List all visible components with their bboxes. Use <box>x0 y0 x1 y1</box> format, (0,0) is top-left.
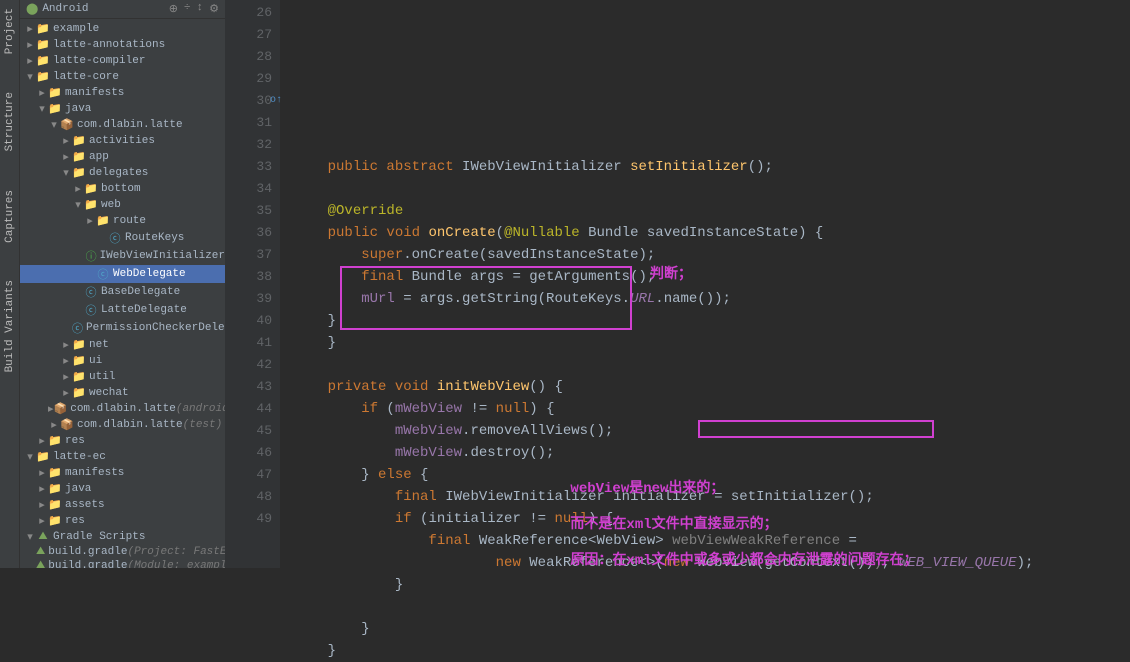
code-line[interactable] <box>294 354 1130 376</box>
gear-icon[interactable]: ⚙ <box>209 2 219 16</box>
code-line[interactable]: mWebView.destroy(); <box>294 442 1130 464</box>
code-line[interactable]: } <box>294 310 1130 332</box>
tree-item[interactable]: ▸📁wechat <box>20 385 225 401</box>
code-line[interactable] <box>294 178 1130 200</box>
tree-item[interactable]: ⓘIWebViewInitializer <box>20 247 225 265</box>
code-editor[interactable]: 26 27 28 29 30 31 32 33 34 35 36 37 38 3… <box>225 0 1130 568</box>
tool-tab-structure[interactable]: Structure <box>2 88 18 155</box>
tree-item[interactable]: ⓒRouteKeys <box>20 229 225 247</box>
sidebar-header: ⬤ Android ⊕ ÷ ↕ ⚙ <box>20 0 225 19</box>
sidebar-title[interactable]: Android <box>42 3 88 15</box>
tree-item[interactable]: ▸📁res <box>20 513 225 529</box>
annotation-note-2: webView是new出来的； 而不是在xml文件中直接显示的； 原因：在xml… <box>520 462 918 588</box>
code-line[interactable]: super.onCreate(savedInstanceState); <box>294 244 1130 266</box>
code-line[interactable]: if (mWebView != null) { <box>294 398 1130 420</box>
tool-tab-captures[interactable]: Captures <box>2 186 18 247</box>
annotation-note-1: 判断； <box>650 266 692 284</box>
tree-item[interactable]: ▾⛰Gradle Scripts <box>20 529 225 545</box>
code-line[interactable]: private void initWebView() { <box>294 376 1130 398</box>
tree-item[interactable]: ▸📁util <box>20 369 225 385</box>
tree-item[interactable]: ▸📁latte-annotations <box>20 37 225 53</box>
tree-item[interactable]: ▾📦com.dlabin.latte <box>20 117 225 133</box>
code-line[interactable]: @Override <box>294 200 1130 222</box>
tree-item[interactable]: ▸📁manifests <box>20 85 225 101</box>
tree-item[interactable]: ⓒBaseDelegate <box>20 283 225 301</box>
tree-item[interactable]: ▸📁app <box>20 149 225 165</box>
project-sidebar: ⬤ Android ⊕ ÷ ↕ ⚙ ▸📁example▸📁latte-annot… <box>20 0 225 568</box>
code-line[interactable]: mUrl = args.getString(RouteKeys.URL.name… <box>294 288 1130 310</box>
tree-item[interactable]: ▸📦com.dlabin.latte (androidTest) <box>20 401 225 417</box>
android-icon: ⬤ <box>26 2 38 16</box>
target-icon[interactable]: ⊕ <box>169 2 178 16</box>
tool-tab-build-variants[interactable]: Build Variants <box>2 276 18 376</box>
code-line[interactable]: mWebView.removeAllViews(); <box>294 420 1130 442</box>
tree-item[interactable]: ▸📁ui <box>20 353 225 369</box>
tree-item[interactable]: ⛰build.gradle (Module: example) <box>20 559 225 568</box>
tree-item[interactable]: ▾📁delegates <box>20 165 225 181</box>
tree-item[interactable]: ▾📁java <box>20 101 225 117</box>
tree-item[interactable]: ▾📁latte-core <box>20 69 225 85</box>
tree-item[interactable]: ▸📁assets <box>20 497 225 513</box>
code-line[interactable] <box>294 134 1130 156</box>
tree-item[interactable]: ⛰build.gradle (Project: FastEC) <box>20 545 225 559</box>
code-line[interactable] <box>294 596 1130 618</box>
left-tool-strip: Project Structure Captures Build Variant… <box>0 0 20 568</box>
tree-item[interactable]: ⓒWebDelegate <box>20 265 225 283</box>
project-tree[interactable]: ▸📁example▸📁latte-annotations▸📁latte-comp… <box>20 19 225 568</box>
code-area[interactable]: 判断； webView是new出来的； 而不是在xml文件中直接显示的； 原因：… <box>280 0 1130 568</box>
code-line[interactable]: final Bundle args = getArguments(); <box>294 266 1130 288</box>
tree-item[interactable]: ▸📁activities <box>20 133 225 149</box>
code-line[interactable]: } <box>294 618 1130 640</box>
tree-item[interactable]: ▸📦com.dlabin.latte (test) <box>20 417 225 433</box>
tree-item[interactable]: ▸📁res <box>20 433 225 449</box>
tree-item[interactable]: ▸📁net <box>20 337 225 353</box>
tree-item[interactable]: ▸📁latte-compiler <box>20 53 225 69</box>
code-line[interactable]: } <box>294 640 1130 662</box>
tree-item[interactable]: ⓒPermissionCheckerDelegate <box>20 319 225 337</box>
tree-item[interactable]: ▾📁web <box>20 197 225 213</box>
tree-item[interactable]: ▾📁latte-ec <box>20 449 225 465</box>
sort-icon[interactable]: ↕ <box>197 2 204 16</box>
line-gutter: 26 27 28 29 30 31 32 33 34 35 36 37 38 3… <box>225 0 280 568</box>
tree-item[interactable]: ▸📁bottom <box>20 181 225 197</box>
tree-item[interactable]: ▸📁route <box>20 213 225 229</box>
tree-item[interactable]: ▸📁example <box>20 21 225 37</box>
tree-item[interactable]: ▸📁java <box>20 481 225 497</box>
tree-item[interactable]: ▸📁manifests <box>20 465 225 481</box>
tree-item[interactable]: ⓒLatteDelegate <box>20 301 225 319</box>
code-line[interactable]: public void onCreate(@Nullable Bundle sa… <box>294 222 1130 244</box>
code-line[interactable]: public abstract IWebViewInitializer setI… <box>294 156 1130 178</box>
tool-tab-project[interactable]: Project <box>2 4 18 58</box>
divide-icon[interactable]: ÷ <box>184 2 191 16</box>
code-line[interactable]: } <box>294 332 1130 354</box>
